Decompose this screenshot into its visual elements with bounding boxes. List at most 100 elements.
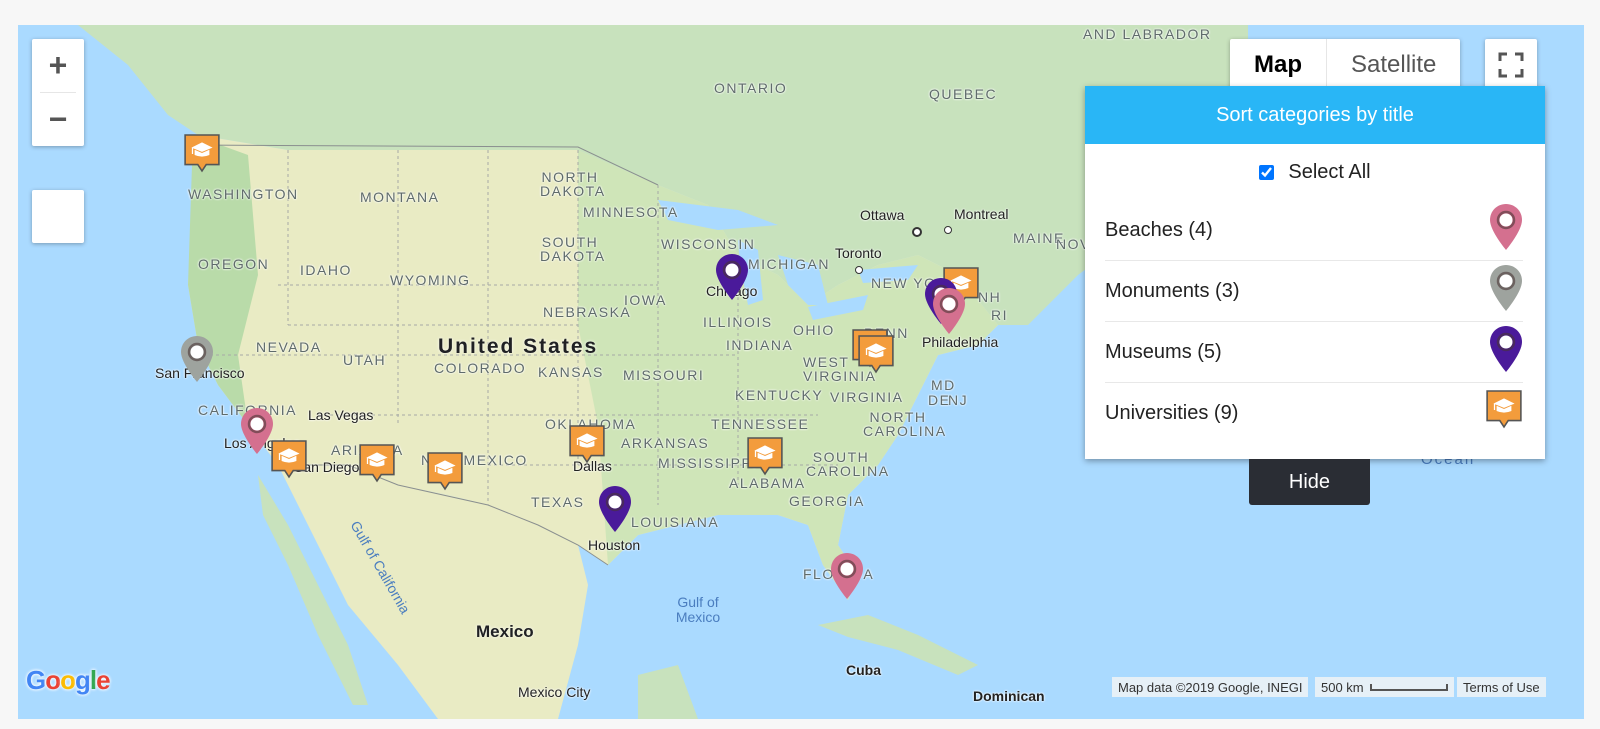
hide-panel-button[interactable]: Hide	[1249, 459, 1370, 505]
monument-pin-icon	[181, 336, 213, 382]
beache-pin-icon	[933, 288, 965, 334]
region-label: IDAHO	[300, 262, 352, 278]
city-label: Houston	[588, 537, 641, 553]
country-label: United States	[438, 335, 599, 358]
region-label: SOUTH CAROLINA	[806, 449, 890, 479]
city-label: Montreal	[954, 206, 1009, 222]
region-label: OREGON	[198, 256, 270, 272]
universities-marker[interactable]	[746, 435, 784, 484]
category-item-universities[interactable]: Universities (9)	[1105, 383, 1523, 443]
university-marker-icon	[747, 437, 783, 476]
universities-marker[interactable]	[183, 132, 221, 181]
region-label: KENTUCKY	[735, 387, 824, 403]
beaches-marker[interactable]	[932, 287, 966, 340]
museums-marker[interactable]	[715, 253, 749, 306]
beaches-marker[interactable]	[830, 552, 864, 605]
region-label: ARKANSAS	[621, 435, 710, 451]
university-marker-icon	[569, 425, 605, 464]
categories-panel: Sort categories by title Select All Beac…	[1085, 86, 1545, 459]
universities-marker[interactable]	[270, 438, 308, 487]
museum-pin-icon	[599, 486, 631, 532]
city-label: Mexico City	[518, 684, 591, 700]
region-label: KANSAS	[538, 364, 604, 380]
region-label: VIRGINIA	[830, 389, 904, 405]
category-label: Universities (9)	[1105, 401, 1239, 424]
zoom-out-button[interactable]: −	[32, 93, 84, 146]
city-label: Ottawa	[860, 207, 905, 223]
museums-marker[interactable]	[598, 485, 632, 538]
region-label: NEBRASKA	[543, 304, 632, 320]
sort-categories-button[interactable]: Sort categories by title	[1085, 86, 1545, 144]
university-marker-icon	[271, 440, 307, 479]
region-label: RI	[991, 307, 1008, 323]
category-label: Beaches (4)	[1105, 218, 1213, 241]
scale-bar[interactable]: 500 km	[1315, 677, 1454, 697]
region-label: TENNESSEE	[711, 416, 810, 432]
region-label: MICHIGAN	[748, 256, 830, 272]
region-label: MD	[931, 377, 956, 393]
fullscreen-button[interactable]	[1485, 39, 1537, 91]
region-label: MISSOURI	[623, 367, 705, 383]
category-item-museums[interactable]: Museums (5)	[1105, 322, 1523, 383]
region-label: AND LABRADOR	[1083, 26, 1212, 42]
city-label: Cuba	[846, 662, 881, 678]
zoom-control: + −	[32, 39, 84, 146]
map-type-satellite-button[interactable]: Satellite	[1327, 39, 1460, 91]
region-label: ONTARIO	[714, 80, 788, 96]
water-label: Gulf of Mexico	[675, 594, 721, 625]
region-label: GEORGIA	[789, 493, 865, 509]
museum-pin-icon	[1489, 325, 1523, 379]
university-marker-icon	[184, 134, 220, 173]
terms-of-use-link[interactable]: Terms of Use	[1457, 677, 1546, 697]
city-dot	[855, 262, 863, 276]
region-label: NJ	[948, 392, 969, 408]
region-label: OHIO	[793, 322, 835, 338]
scale-line	[1369, 683, 1448, 691]
region-label: MISSISSIPPI	[658, 455, 758, 471]
region-label: NH	[978, 289, 1002, 305]
fullscreen-icon	[1498, 52, 1524, 78]
map-canvas[interactable]: AND LABRADOR ONTARIO QUEBEC WASHINGTON M…	[18, 25, 1584, 719]
city-label: Toronto	[835, 245, 882, 261]
monuments-marker[interactable]	[180, 335, 214, 388]
universities-marker[interactable]	[568, 423, 606, 472]
google-logo: Google	[26, 665, 111, 695]
region-label: WYOMING	[390, 272, 471, 288]
select-all-row[interactable]: Select All	[1085, 144, 1545, 200]
universities-marker[interactable]	[358, 442, 396, 491]
capital-dot	[912, 224, 922, 238]
university-marker-icon	[1485, 388, 1523, 438]
monument-pin-icon	[1489, 264, 1523, 318]
university-marker-icon	[427, 452, 463, 491]
select-all-label: Select All	[1288, 160, 1371, 183]
region-label: MINNESOTA	[583, 204, 679, 220]
region-label: NORTH CAROLINA	[863, 409, 947, 439]
region-label: NEVADA	[256, 339, 322, 355]
city-label: Las Vegas	[308, 407, 374, 423]
beach-pin-icon	[1489, 203, 1523, 257]
category-label: Museums (5)	[1105, 340, 1222, 363]
region-label: COLORADO	[434, 360, 527, 376]
region-label: INDIANA	[726, 337, 794, 353]
region-label: NORTH DAKOTA	[540, 169, 606, 199]
university-marker-icon	[858, 335, 894, 374]
street-view-control[interactable]	[32, 190, 84, 243]
beaches-marker[interactable]	[240, 407, 274, 460]
region-label: MONTANA	[360, 189, 440, 205]
map-type-map-button[interactable]: Map	[1230, 39, 1327, 91]
zoom-in-button[interactable]: +	[32, 39, 84, 92]
museum-pin-icon	[716, 254, 748, 300]
category-item-monuments[interactable]: Monuments (3)	[1105, 261, 1523, 322]
beache-pin-icon	[831, 553, 863, 599]
scale-label: 500 km	[1321, 679, 1364, 695]
category-item-beaches[interactable]: Beaches (4)	[1105, 200, 1523, 261]
map-type-control: Map Satellite	[1230, 39, 1461, 91]
country-label: Mexico	[476, 622, 534, 641]
region-label: SOUTH DAKOTA	[540, 234, 606, 264]
universities-marker[interactable]	[426, 450, 464, 499]
select-all-checkbox[interactable]	[1259, 164, 1275, 180]
beache-pin-icon	[241, 408, 273, 454]
universities-marker[interactable]	[857, 333, 895, 382]
category-label: Monuments (3)	[1105, 279, 1240, 302]
city-dot	[944, 222, 952, 236]
